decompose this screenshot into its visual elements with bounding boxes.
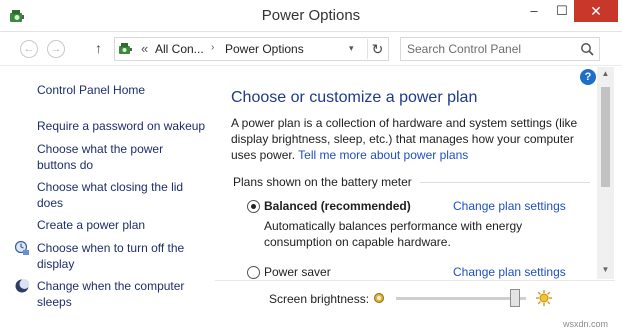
scroll-down-button[interactable]: ▼ xyxy=(597,263,614,277)
close-button[interactable]: ✕ xyxy=(574,0,618,22)
bright-sun-icon xyxy=(536,290,552,306)
vertical-scrollbar[interactable]: ▲ ▼ xyxy=(597,67,614,279)
sidebar-item-closing-lid[interactable]: Choose what closing the lid does xyxy=(37,179,197,211)
change-plan-settings-balanced[interactable]: Change plan settings xyxy=(453,199,566,213)
breadcrumb-power-options[interactable]: Power Options xyxy=(225,42,304,56)
sidebar-item-require-password[interactable]: Require a password on wakeup xyxy=(37,118,212,134)
intro-text: A power plan is a collection of hardware… xyxy=(231,115,591,163)
sidebar-item-power-buttons[interactable]: Choose what the power buttons do xyxy=(37,141,177,173)
power-saver-radio[interactable] xyxy=(247,266,260,279)
control-panel-icon xyxy=(119,43,132,54)
sidebar-item-create-power-plan[interactable]: Create a power plan xyxy=(37,217,212,233)
sidebar-item-computer-sleeps[interactable]: Change when the computer sleeps xyxy=(37,278,197,310)
help-icon[interactable]: ? xyxy=(580,69,596,85)
breadcrumb-all-control-panel[interactable]: All Con... xyxy=(155,42,204,56)
change-plan-settings-power-saver[interactable]: Change plan settings xyxy=(453,265,566,279)
address-dropdown-icon[interactable]: ▾ xyxy=(349,43,354,54)
search-icon[interactable] xyxy=(580,42,594,56)
plans-section-title: Plans shown on the battery meter xyxy=(233,175,412,189)
breadcrumb-chevron-icon[interactable]: › xyxy=(211,42,214,53)
tell-me-more-link[interactable]: Tell me more about power plans xyxy=(298,148,468,162)
address-overflow-chevron[interactable]: « xyxy=(141,41,148,56)
display-timer-icon xyxy=(14,240,29,255)
plan-description-balanced: Automatically balances performance with … xyxy=(264,219,523,249)
scroll-thumb[interactable] xyxy=(601,87,610,187)
navigation-bar: ← → ↑ « All Con... › Power Options ▾ ↻ xyxy=(0,32,622,66)
minimize-button[interactable]: – xyxy=(520,0,548,22)
search-input[interactable] xyxy=(407,41,577,57)
watermark: wsxdn.com xyxy=(563,319,609,329)
back-button[interactable]: ← xyxy=(20,40,38,58)
sidebar-item-control-panel-home[interactable]: Control Panel Home xyxy=(37,82,212,98)
plan-name-power-saver[interactable]: Power saver xyxy=(264,265,331,279)
scroll-up-button[interactable]: ▲ xyxy=(597,67,614,81)
dim-brightness-icon xyxy=(374,293,384,303)
sleep-moon-icon xyxy=(15,279,30,293)
maximize-button[interactable]: ☐ xyxy=(548,0,576,22)
title-bar: Power Options – ☐ ✕ xyxy=(0,0,622,32)
section-divider xyxy=(420,182,590,183)
refresh-button[interactable]: ↻ xyxy=(367,39,387,59)
search-box[interactable] xyxy=(400,37,600,61)
sidebar-item-turn-off-display[interactable]: Choose when to turn off the display xyxy=(37,240,197,272)
screen-brightness-label: Screen brightness: xyxy=(269,292,370,306)
balanced-radio[interactable] xyxy=(247,200,260,213)
forward-button[interactable]: → xyxy=(47,40,65,58)
address-bar[interactable]: « All Con... › Power Options ▾ ↻ xyxy=(114,37,389,61)
brightness-slider-thumb[interactable] xyxy=(510,289,520,307)
plan-name-balanced[interactable]: Balanced (recommended) xyxy=(264,199,411,213)
brightness-slider-track[interactable] xyxy=(396,297,526,300)
page-title: Choose or customize a power plan xyxy=(231,89,478,106)
up-button[interactable]: ↑ xyxy=(95,40,102,56)
